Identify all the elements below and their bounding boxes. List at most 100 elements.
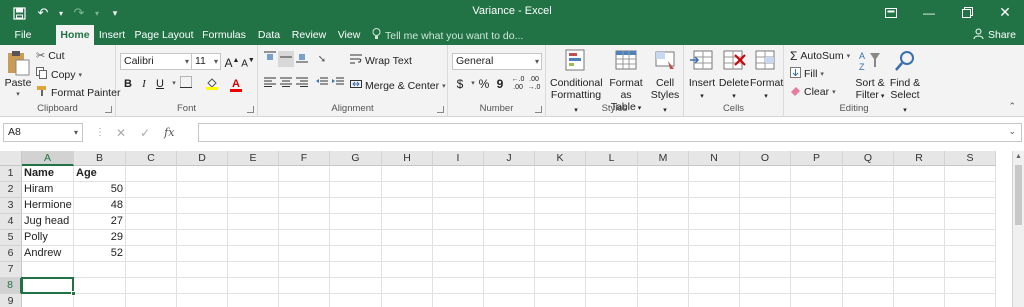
- cell-h2[interactable]: [382, 182, 433, 198]
- cell-i2[interactable]: [433, 182, 484, 198]
- cell-b5[interactable]: 29: [74, 230, 126, 246]
- cell-j2[interactable]: [484, 182, 535, 198]
- cell-c4[interactable]: [126, 214, 177, 230]
- cell-e7[interactable]: [228, 262, 279, 278]
- cell-o7[interactable]: [740, 262, 791, 278]
- column-header-p[interactable]: P: [791, 151, 843, 166]
- cell-k1[interactable]: [535, 166, 586, 182]
- cell-j9[interactable]: [484, 294, 535, 307]
- cell-i9[interactable]: [433, 294, 484, 307]
- column-header-s[interactable]: S: [945, 151, 996, 166]
- cell-q1[interactable]: [843, 166, 894, 182]
- cell-d4[interactable]: [177, 214, 228, 230]
- cell-g5[interactable]: [330, 230, 382, 246]
- cell-g6[interactable]: [330, 246, 382, 262]
- cell-a2[interactable]: Hiram: [22, 182, 74, 198]
- cell-n4[interactable]: [689, 214, 740, 230]
- cell-g3[interactable]: [330, 198, 382, 214]
- align-bottom-icon[interactable]: [294, 51, 310, 67]
- column-header-h[interactable]: H: [382, 151, 433, 166]
- cell-g4[interactable]: [330, 214, 382, 230]
- cell-s5[interactable]: [945, 230, 996, 246]
- cell-d3[interactable]: [177, 198, 228, 214]
- cell-c2[interactable]: [126, 182, 177, 198]
- cell-n5[interactable]: [689, 230, 740, 246]
- formula-input[interactable]: ⌄: [198, 123, 1022, 142]
- minimize-icon[interactable]: —: [910, 0, 948, 25]
- cell-g7[interactable]: [330, 262, 382, 278]
- cell-s4[interactable]: [945, 214, 996, 230]
- cell-k8[interactable]: [535, 278, 586, 294]
- cell-n1[interactable]: [689, 166, 740, 182]
- autosum-button[interactable]: Σ AutoSum ▾: [790, 49, 850, 63]
- column-header-q[interactable]: Q: [843, 151, 894, 166]
- cell-h5[interactable]: [382, 230, 433, 246]
- orientation-icon[interactable]: ➘: [314, 51, 330, 67]
- cell-j1[interactable]: [484, 166, 535, 182]
- clear-button[interactable]: Clear ▾: [790, 85, 836, 99]
- cell-s6[interactable]: [945, 246, 996, 262]
- cell-e9[interactable]: [228, 294, 279, 307]
- column-header-i[interactable]: I: [433, 151, 484, 166]
- cell-d7[interactable]: [177, 262, 228, 278]
- cell-a6[interactable]: Andrew: [22, 246, 74, 262]
- cell-s7[interactable]: [945, 262, 996, 278]
- cell-r4[interactable]: [894, 214, 945, 230]
- row-header-5[interactable]: 5: [0, 230, 22, 246]
- cell-o3[interactable]: [740, 198, 791, 214]
- cell-k3[interactable]: [535, 198, 586, 214]
- tab-formulas[interactable]: Formulas: [200, 25, 248, 45]
- grow-font-button[interactable]: A▲: [224, 53, 240, 70]
- cell-n7[interactable]: [689, 262, 740, 278]
- cell-h8[interactable]: [382, 278, 433, 294]
- cell-o1[interactable]: [740, 166, 791, 182]
- cell-e3[interactable]: [228, 198, 279, 214]
- italic-button[interactable]: I: [136, 76, 152, 92]
- cell-b4[interactable]: 27: [74, 214, 126, 230]
- tab-file[interactable]: File: [8, 25, 38, 45]
- fill-handle[interactable]: [71, 291, 76, 296]
- cell-l4[interactable]: [586, 214, 638, 230]
- cell-a1[interactable]: Name: [22, 166, 74, 182]
- align-left-icon[interactable]: [262, 76, 278, 92]
- cell-q2[interactable]: [843, 182, 894, 198]
- row-header-6[interactable]: 6: [0, 246, 22, 262]
- cell-p3[interactable]: [791, 198, 843, 214]
- column-header-g[interactable]: G: [330, 151, 382, 166]
- cell-a4[interactable]: Jug head: [22, 214, 74, 230]
- formula-bar-grip-icon[interactable]: ⋮: [95, 127, 105, 138]
- cell-e1[interactable]: [228, 166, 279, 182]
- align-center-icon[interactable]: [278, 76, 294, 92]
- copy-button[interactable]: Copy ▾: [36, 67, 82, 82]
- cell-n3[interactable]: [689, 198, 740, 214]
- column-header-d[interactable]: D: [177, 151, 228, 166]
- alignment-launcher-icon[interactable]: [437, 106, 444, 113]
- increase-decimal-icon[interactable]: ←.0.00: [510, 76, 526, 92]
- tab-home[interactable]: Home: [56, 25, 94, 45]
- column-header-o[interactable]: O: [740, 151, 791, 166]
- cell-e8[interactable]: [228, 278, 279, 294]
- cell-j8[interactable]: [484, 278, 535, 294]
- insert-cells-button[interactable]: Insert ▾: [686, 49, 718, 103]
- column-header-r[interactable]: R: [894, 151, 945, 166]
- scroll-up-icon[interactable]: ▲: [1015, 153, 1022, 160]
- cell-d9[interactable]: [177, 294, 228, 307]
- cell-p8[interactable]: [791, 278, 843, 294]
- cell-r9[interactable]: [894, 294, 945, 307]
- decrease-indent-icon[interactable]: [314, 76, 330, 92]
- cell-k6[interactable]: [535, 246, 586, 262]
- cell-f3[interactable]: [279, 198, 330, 214]
- cell-q3[interactable]: [843, 198, 894, 214]
- cell-b7[interactable]: [74, 262, 126, 278]
- cell-a9[interactable]: [22, 294, 74, 307]
- row-header-4[interactable]: 4: [0, 214, 22, 230]
- cell-g1[interactable]: [330, 166, 382, 182]
- cell-m6[interactable]: [638, 246, 689, 262]
- cell-q5[interactable]: [843, 230, 894, 246]
- tab-review[interactable]: Review: [289, 25, 329, 45]
- wrap-text-button[interactable]: Wrap Text: [350, 53, 412, 68]
- cell-e6[interactable]: [228, 246, 279, 262]
- cell-r5[interactable]: [894, 230, 945, 246]
- font-size-combo[interactable]: 11 ▾: [191, 53, 221, 70]
- cell-j5[interactable]: [484, 230, 535, 246]
